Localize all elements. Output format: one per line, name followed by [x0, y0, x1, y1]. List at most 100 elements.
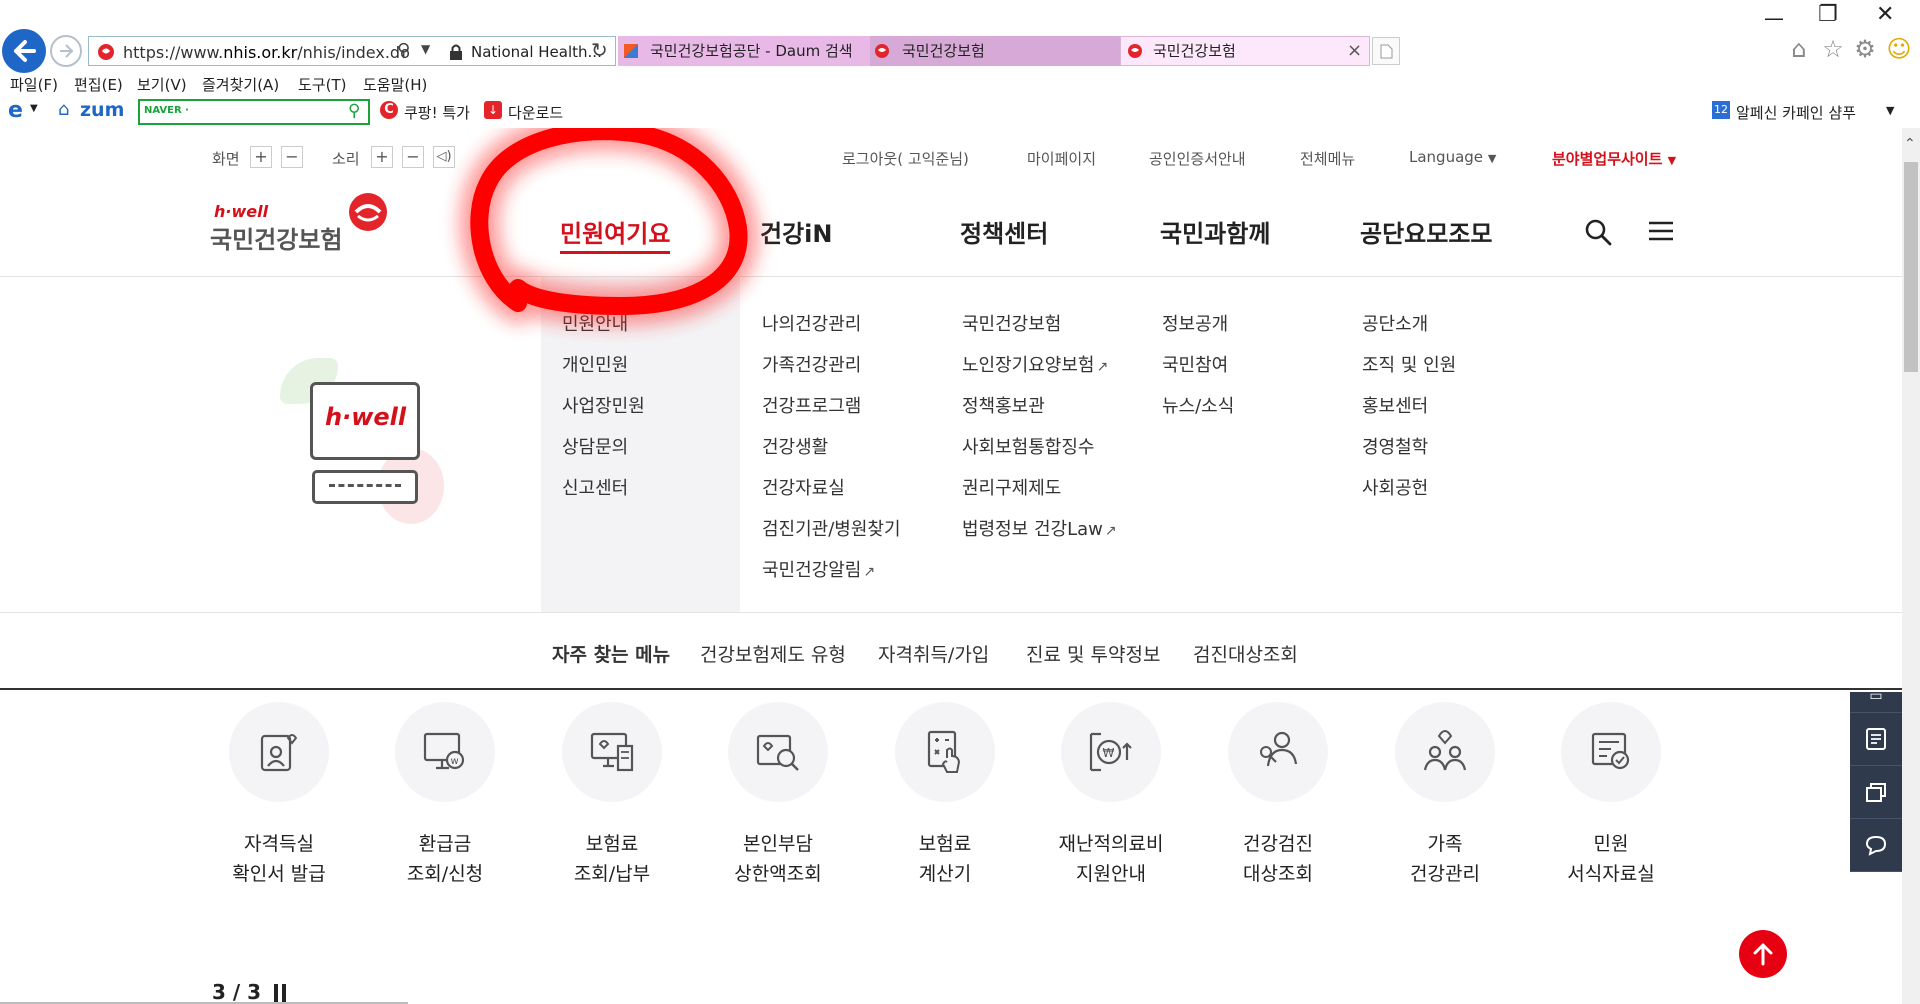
submenu-item[interactable]: 상담문의: [562, 433, 628, 459]
service-label[interactable]: 보험료 계산기: [870, 829, 1020, 889]
fav-coupang[interactable]: 쿠팡! 특가: [404, 102, 470, 123]
submenu-item-external[interactable]: 국민건강알림 ↗: [762, 556, 875, 582]
menu-view[interactable]: 보기(V): [137, 74, 187, 95]
back-button[interactable]: [2, 29, 46, 73]
submenu-item[interactable]: 가족건강관리: [762, 351, 861, 377]
service-label[interactable]: 민원 서식자료실: [1536, 829, 1686, 889]
service-label[interactable]: 건강검진 대상조회: [1203, 829, 1353, 889]
side-copy-button[interactable]: [1850, 766, 1902, 819]
gnb-policy-center[interactable]: 정책센터: [960, 214, 1048, 249]
tab-daum-search[interactable]: 국민건강보험공단 - Daum 검색: [618, 36, 870, 66]
gnb-nhis-info[interactable]: 공단요모조모: [1360, 214, 1492, 249]
submenu-item[interactable]: 사업장민원: [562, 392, 645, 418]
search-icon[interactable]: ⚲: [397, 40, 410, 61]
submenu-item[interactable]: 정보공개: [1162, 310, 1228, 336]
submenu-item[interactable]: 홍보센터: [1362, 392, 1428, 418]
zoom-in-button[interactable]: +: [250, 146, 272, 168]
search-icon[interactable]: [1584, 218, 1612, 246]
all-menu-link[interactable]: 전체메뉴: [1300, 148, 1355, 169]
fav-download[interactable]: 다운로드: [508, 102, 563, 123]
site-logo[interactable]: h·well 국민건강보험: [210, 193, 400, 254]
side-document-button[interactable]: [1850, 713, 1902, 766]
submenu-item[interactable]: 조직 및 인원: [1362, 351, 1456, 377]
submenu-item[interactable]: 검진기관/병원찾기: [762, 515, 901, 541]
quick-menu-item[interactable]: 자격취득/가입: [878, 640, 989, 667]
submenu-item[interactable]: 사회공헌: [1362, 474, 1428, 500]
mypage-link[interactable]: 마이페이지: [1027, 148, 1096, 169]
menu-file[interactable]: 파일(F): [10, 74, 58, 95]
ad-text[interactable]: 알페신 카페인 샴푸: [1736, 102, 1856, 123]
service-label[interactable]: 본인부담 상한액조회: [703, 829, 853, 889]
submenu-item[interactable]: 건강생활: [762, 433, 828, 459]
medical-support-icon[interactable]: ₩: [1061, 702, 1161, 802]
tab-nhis-1[interactable]: 국민건강보험: [870, 36, 1120, 66]
close-window-icon[interactable]: ✕: [1876, 2, 1894, 27]
gnb-health-in[interactable]: 건강iN: [760, 214, 832, 249]
naver-search-icon[interactable]: ⚲: [348, 101, 360, 121]
calculator-icon[interactable]: [895, 702, 995, 802]
hamburger-menu-icon[interactable]: [1648, 220, 1674, 242]
scroll-up-arrow-icon[interactable]: ⌃: [1904, 136, 1916, 152]
zum-home-icon[interactable]: ⌂: [58, 99, 69, 120]
quick-menu-item[interactable]: 건강보험제도 유형: [700, 640, 846, 667]
quick-menu-item[interactable]: 검진대상조회: [1193, 640, 1298, 667]
speaker-icon[interactable]: ◁): [433, 146, 455, 168]
scrollbar-thumb[interactable]: [1904, 162, 1918, 372]
gnb-with-citizens[interactable]: 국민과함께: [1160, 214, 1270, 249]
quick-menu-item[interactable]: 진료 및 투약정보: [1026, 640, 1160, 667]
tab-nhis-active[interactable]: 국민건강보험 ×: [1120, 36, 1370, 66]
zum-logo[interactable]: zum: [80, 99, 124, 121]
submenu-item[interactable]: 권리구제제도: [962, 474, 1061, 500]
menu-favorites[interactable]: 즐겨찾기(A): [202, 74, 279, 95]
ie-logo-icon[interactable]: e: [8, 98, 23, 123]
menu-tools[interactable]: 도구(T): [298, 74, 346, 95]
submenu-item[interactable]: 국민건강보험: [962, 310, 1061, 336]
refund-monitor-icon[interactable]: w: [395, 702, 495, 802]
refresh-icon[interactable]: ↻: [591, 38, 608, 62]
service-label[interactable]: 가족 건강관리: [1370, 829, 1520, 889]
submenu-item[interactable]: 공단소개: [1362, 310, 1428, 336]
service-label[interactable]: 보험료 조회/납부: [537, 829, 687, 889]
business-sites-select[interactable]: 분야별업무사이트 ▼: [1552, 148, 1676, 169]
side-quick-button[interactable]: ▭: [1850, 692, 1902, 713]
zoom-out-button[interactable]: −: [281, 146, 303, 168]
family-care-icon[interactable]: [1395, 702, 1495, 802]
submenu-item[interactable]: 정책홍보관: [962, 392, 1045, 418]
health-checkup-icon[interactable]: [1228, 702, 1328, 802]
forward-button[interactable]: [50, 35, 82, 67]
service-label[interactable]: 재난적의료비 지원안내: [1036, 829, 1186, 889]
submenu-item-external[interactable]: 법령정보 건강Law ↗: [962, 515, 1117, 541]
address-bar[interactable]: https://www.nhis.or.kr/nhis/index.do ⚲ ▼…: [88, 36, 616, 66]
dropdown-arrow-icon[interactable]: ▼: [421, 42, 430, 56]
submenu-item-external[interactable]: 노인장기요양보험 ↗: [962, 351, 1108, 377]
restore-icon[interactable]: ❐: [1818, 2, 1838, 27]
home-icon[interactable]: ⌂: [1786, 36, 1812, 62]
form-documents-icon[interactable]: [1561, 702, 1661, 802]
submenu-item[interactable]: 뉴스/소식: [1162, 392, 1234, 418]
submenu-item[interactable]: 국민참여: [1162, 351, 1228, 377]
chevron-down-icon[interactable]: ▼: [1886, 104, 1894, 117]
scroll-to-top-button[interactable]: [1739, 930, 1787, 978]
service-label[interactable]: 환급금 조회/신청: [370, 829, 520, 889]
submenu-item[interactable]: 건강프로그램: [762, 392, 861, 418]
dropdown-arrow-icon[interactable]: ▼: [30, 103, 38, 114]
ceiling-search-icon[interactable]: [728, 702, 828, 802]
minimize-icon[interactable]: —: [1764, 6, 1784, 30]
language-select[interactable]: Language ▼: [1409, 148, 1496, 166]
logout-link[interactable]: 로그아웃( 고익준님): [842, 148, 969, 169]
naver-search-input[interactable]: NAVER · ⚲: [138, 99, 370, 125]
service-label[interactable]: 자격득실 확인서 발급: [204, 829, 354, 889]
feedback-smiley-icon[interactable]: ☺: [1886, 36, 1912, 62]
pause-button[interactable]: [274, 984, 288, 1002]
tab-close-icon[interactable]: ×: [1347, 37, 1362, 65]
site-identity[interactable]: National Health...: [471, 43, 602, 61]
id-card-icon[interactable]: [229, 702, 329, 802]
submenu-item[interactable]: 신고센터: [562, 474, 628, 500]
menu-help[interactable]: 도움말(H): [363, 74, 427, 95]
submenu-item[interactable]: 건강자료실: [762, 474, 845, 500]
submenu-item[interactable]: 나의건강관리: [762, 310, 861, 336]
volume-up-button[interactable]: +: [371, 146, 393, 168]
submenu-item[interactable]: 개인민원: [562, 351, 628, 377]
submenu-item[interactable]: 사회보험통합징수: [962, 433, 1094, 459]
side-chat-button[interactable]: [1850, 819, 1902, 872]
